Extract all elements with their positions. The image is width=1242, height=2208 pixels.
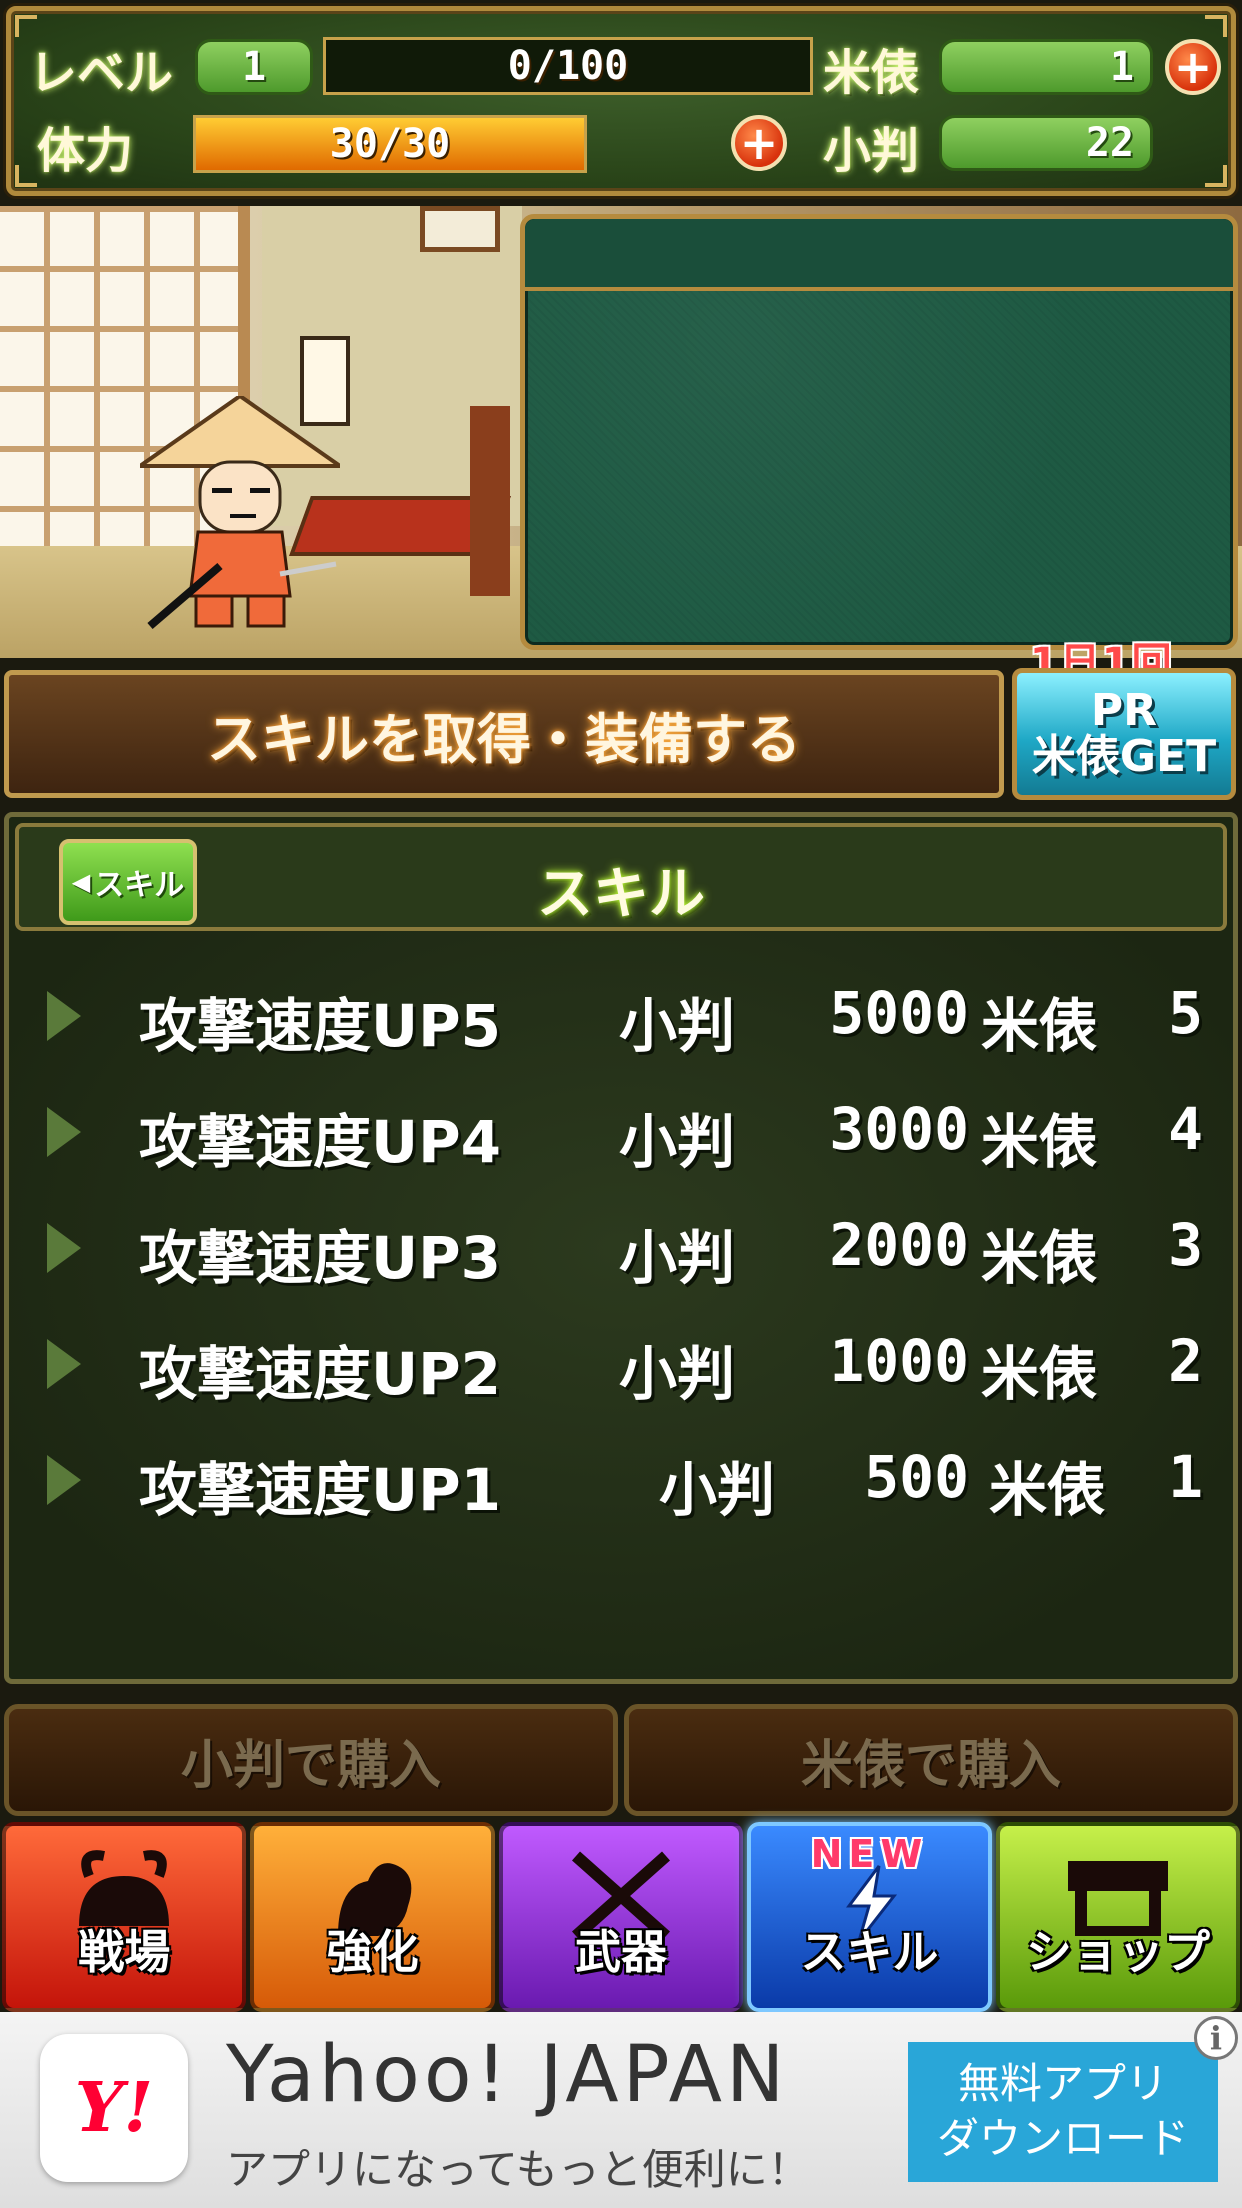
rice-plus-button[interactable]: + (1165, 39, 1221, 95)
rice-cost-label: 米俵 (989, 1456, 1106, 1524)
skill-name: 攻撃速度UP3 (139, 1224, 501, 1292)
koban-label: 小判 (823, 123, 920, 179)
nav-shop[interactable]: ショップ (995, 1822, 1241, 2012)
stamina-plus-button[interactable]: + (731, 115, 787, 171)
hanging-scroll (420, 206, 500, 252)
corner-ornament (15, 165, 37, 187)
rice-cost: 4 (1168, 1095, 1203, 1163)
koban-cost: 1000 (829, 1327, 969, 1395)
ad-subtitle: アプリになってもっと便利に！ (226, 2145, 810, 2194)
yahoo-logo: Y! (40, 2034, 188, 2182)
koban-cost-label: 小判 (619, 992, 736, 1060)
skill-name: 攻撃速度UP2 (139, 1340, 501, 1408)
pr-label: PR (1090, 684, 1158, 736)
level-label: レベル (29, 45, 174, 101)
skill-row[interactable]: 攻撃速度UP3 小判 2000 米俵 3 (9, 1185, 1233, 1301)
exp-bar: 0/100 (323, 37, 813, 95)
rice-cost: 1 (1168, 1443, 1203, 1511)
ad-title: Yahoo! JAPAN (226, 2030, 789, 2120)
buy-with-rice-button[interactable]: 米俵で購入 (624, 1704, 1238, 1816)
skill-panel-title: スキル (537, 862, 705, 927)
koban-cost: 500 (864, 1443, 969, 1511)
rice-label: 米俵 (823, 45, 920, 101)
rice-value: 1 (939, 39, 1153, 95)
ad-banner[interactable]: Y! Yahoo! JAPAN アプリになってもっと便利に！ 無料アプリ ダウン… (0, 2012, 1242, 2208)
pr-rice-get-button[interactable]: PR 米俵GET (1012, 668, 1236, 800)
nav-battlefield-label: 戦場 (78, 1925, 171, 1979)
koban-cost-label: 小判 (619, 1108, 736, 1176)
koban-cost-label: 小判 (619, 1340, 736, 1408)
nav-power-up[interactable]: 強化 (250, 1822, 495, 2012)
corner-ornament (1205, 165, 1227, 187)
row-arrow-icon (47, 1223, 81, 1273)
koban-cost-label: 小判 (659, 1456, 776, 1524)
nav-shop-label: ショップ (1025, 1925, 1210, 1979)
rice-cost-label: 米俵 (981, 1108, 1098, 1176)
rice-cost-label: 米俵 (981, 992, 1098, 1060)
nav-weapons[interactable]: 武器 (498, 1822, 744, 2012)
skill-panel: ◀ スキル スキル 攻撃速度UP5 小判 5000 米俵 5 攻撃速度UP4 小… (4, 812, 1238, 1684)
skill-row[interactable]: 攻撃速度UP2 小判 1000 米俵 2 (9, 1301, 1233, 1417)
koban-value: 22 (939, 115, 1153, 171)
skill-name: 攻撃速度UP1 (139, 1456, 501, 1524)
rice-get-label: 米俵GET (1031, 731, 1217, 782)
nav-power-up-label: 強化 (326, 1925, 419, 1979)
message-panel (520, 214, 1238, 650)
exp-text: 0/100 (507, 43, 629, 89)
koban-cost: 2000 (829, 1211, 969, 1279)
ad-cta-line1: 無料アプリ (957, 2059, 1168, 2109)
rice-cost-label: 米俵 (981, 1340, 1098, 1408)
skill-list: 攻撃速度UP5 小判 5000 米俵 5 攻撃速度UP4 小判 3000 米俵 … (9, 953, 1233, 1533)
samurai-character (140, 396, 340, 630)
ad-info-icon[interactable]: i (1194, 2016, 1238, 2060)
bottom-nav: 戦場 強化 武器 NEW スキル ショップ (0, 1822, 1242, 2012)
acquire-equip-skill-button[interactable]: スキルを取得・装備する (4, 670, 1004, 798)
nav-skill-label: スキル (800, 1925, 939, 1979)
corner-ornament (1205, 15, 1227, 37)
skill-row[interactable]: 攻撃速度UP5 小判 5000 米俵 5 (9, 953, 1233, 1069)
level-value: 1 (195, 39, 313, 95)
status-panel: レベル 1 0/100 体力 30/30 + 米俵 1 + 小判 22 (6, 6, 1236, 196)
skill-row[interactable]: 攻撃速度UP4 小判 3000 米俵 4 (9, 1069, 1233, 1185)
rice-cost: 3 (1168, 1211, 1203, 1279)
stamina-text: 30/30 (329, 121, 451, 167)
room-scene (0, 206, 1242, 658)
koban-cost: 5000 (829, 979, 969, 1047)
koban-cost: 3000 (829, 1095, 969, 1163)
ad-cta-line2: ダウンロード (936, 2114, 1189, 2163)
stamina-bar: 30/30 (193, 115, 587, 173)
nav-skill[interactable]: NEW スキル (747, 1822, 992, 2012)
ad-download-button[interactable]: 無料アプリ ダウンロード (908, 2042, 1218, 2182)
row-arrow-icon (47, 1339, 81, 1389)
rice-cost: 2 (1168, 1327, 1203, 1395)
row-arrow-icon (47, 1455, 81, 1505)
koban-cost-label: 小判 (619, 1224, 736, 1292)
rice-cost: 5 (1168, 979, 1203, 1047)
skill-header: ◀ スキル スキル (15, 823, 1227, 931)
buy-with-koban-button[interactable]: 小判で購入 (4, 1704, 618, 1816)
row-arrow-icon (47, 991, 81, 1041)
stamina-label: 体力 (37, 123, 134, 179)
nav-weapons-label: 武器 (575, 1925, 668, 1979)
rice-cost-label: 米俵 (981, 1224, 1098, 1292)
nav-battlefield[interactable]: 戦場 (2, 1822, 247, 2012)
skill-name: 攻撃速度UP4 (139, 1108, 501, 1176)
message-header (525, 219, 1233, 291)
wooden-shelf (470, 406, 510, 596)
row-arrow-icon (47, 1107, 81, 1157)
skill-name: 攻撃速度UP5 (139, 992, 501, 1060)
skill-row[interactable]: 攻撃速度UP1 小判 500 米俵 1 (9, 1417, 1233, 1533)
